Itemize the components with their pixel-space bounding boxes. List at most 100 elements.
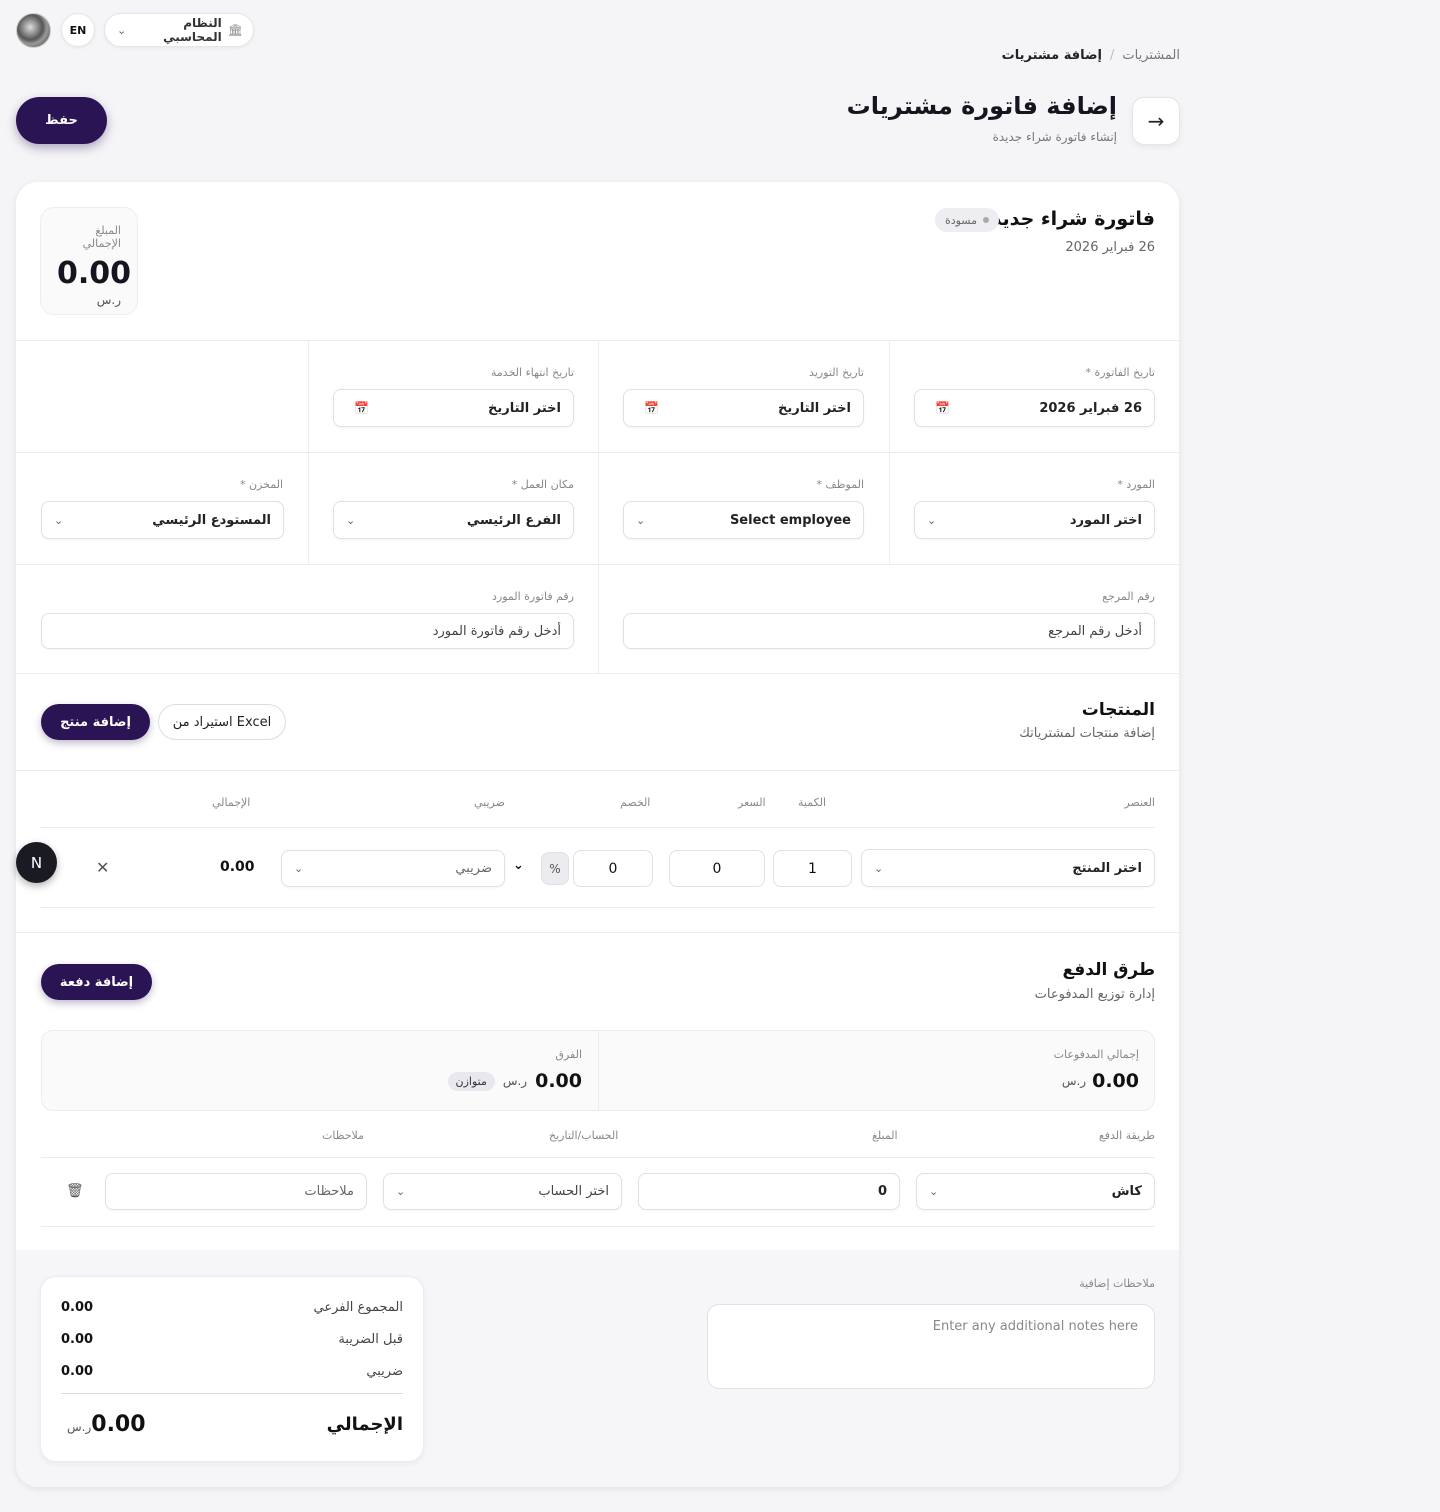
invoice-title: فاتورة شراء جديدة: [980, 208, 1155, 230]
payment-account-select[interactable]: اختر الحساب ⌄: [383, 1173, 622, 1210]
grand-total-row: الإجمالي ر.س 0.00: [61, 1412, 403, 1437]
product-value: اختر المنتج: [1072, 860, 1142, 876]
discount-input[interactable]: 0: [573, 850, 653, 887]
diff-value: 0.00: [535, 1070, 582, 1092]
tax-label: ضريبي: [366, 1363, 403, 1379]
additional-notes-textarea[interactable]: Enter any additional notes here: [707, 1304, 1155, 1389]
divider: [41, 827, 1155, 828]
totals-summary: المجموع الفرعي 0.00 قبل الضريبة 0.00 ضري…: [40, 1276, 424, 1462]
payment-method-select[interactable]: كاش ⌄: [916, 1173, 1155, 1210]
payment-method-value: كاش: [1111, 1184, 1142, 1199]
product-select[interactable]: اختر المنتج ⌄: [861, 849, 1155, 887]
calendar-icon: 📅: [644, 401, 659, 415]
diff: 0.00 ر.س متوازن: [447, 1070, 582, 1092]
col-payment-method: طريقة الدفع: [1098, 1129, 1155, 1142]
reference-input[interactable]: أدخل رقم المرجع: [623, 613, 1155, 649]
service-end-date-value: اختر التاريخ: [487, 400, 561, 416]
col-payment-notes: ملاحظات: [322, 1129, 364, 1142]
grand-total-label: الإجمالي: [326, 1414, 403, 1435]
warehouse-label: المخزن *: [239, 478, 283, 491]
divider: [61, 1393, 403, 1394]
tax-value: 0.00: [61, 1363, 94, 1379]
arrow-right-icon: →: [1147, 109, 1165, 133]
employee-select[interactable]: Select employee ⌄: [623, 501, 864, 539]
supplier-invoice-input[interactable]: أدخل رقم فاتورة المورد: [41, 613, 574, 649]
payment-account-value: اختر الحساب: [538, 1184, 609, 1199]
workplace-select[interactable]: الفرع الرئيسي ⌄: [333, 501, 574, 539]
diff-label: الفرق: [555, 1048, 582, 1061]
supplier-value: اختر المورد: [1069, 512, 1142, 528]
reference-placeholder: أدخل رقم المرجع: [1048, 623, 1142, 639]
status-dot-icon: [983, 217, 989, 223]
supply-date-picker[interactable]: اختر التاريخ 📅: [623, 389, 864, 427]
trash-icon[interactable]: 🗑: [66, 1183, 84, 1199]
supplier-invoice-label: رقم فاتورة المورد: [492, 590, 574, 603]
floating-assistant-button[interactable]: N: [16, 842, 57, 883]
quantity-input[interactable]: 1: [773, 850, 852, 887]
chevron-down-icon: ⌄: [346, 513, 356, 527]
subtotal-value: 0.00: [61, 1299, 94, 1315]
payment-amount-input[interactable]: 0: [638, 1173, 900, 1210]
col-discount: الخصم: [620, 796, 651, 809]
chevron-down-icon[interactable]: ⌄: [513, 858, 524, 873]
breadcrumb-separator: /: [1110, 48, 1115, 63]
language-toggle-button[interactable]: EN: [61, 13, 95, 47]
supplier-select[interactable]: اختر المورد ⌄: [914, 501, 1155, 539]
divider: [308, 340, 309, 564]
col-total: الإجمالي: [212, 796, 251, 809]
payment-notes-input[interactable]: ملاحظات: [105, 1173, 367, 1210]
chevron-down-icon: ⌄: [54, 513, 64, 527]
payments-title: طرق الدفع: [1062, 960, 1155, 980]
invoice-date-picker[interactable]: 26 فبراير 2026 📅: [914, 389, 1155, 427]
total-paid-currency: ر.س: [1061, 1074, 1087, 1088]
supplier-label: المورد *: [1117, 478, 1155, 491]
total-paid-value: 0.00: [1092, 1070, 1139, 1092]
notes-label: ملاحظات إضافية: [1079, 1277, 1155, 1290]
payments-subtitle: إدارة توزيع المدفوعات: [1034, 987, 1155, 1002]
col-payment-amount: المبلغ: [872, 1129, 898, 1142]
pretax-value: 0.00: [61, 1331, 94, 1347]
page-subtitle: إنشاء فاتورة شراء جديدة: [992, 130, 1117, 144]
add-payment-button[interactable]: إضافة دفعة: [41, 964, 152, 1000]
tax-value: ضريبي: [455, 861, 492, 876]
import-excel-button[interactable]: استيراد من Excel: [158, 704, 286, 740]
service-end-date-picker[interactable]: اختر التاريخ 📅: [333, 389, 574, 427]
back-button[interactable]: →: [1132, 97, 1180, 145]
price-input[interactable]: 0: [669, 850, 765, 887]
calendar-icon: 📅: [354, 401, 369, 415]
chevron-down-icon: ⌄: [294, 862, 304, 875]
payment-notes-placeholder: ملاحظات: [304, 1184, 354, 1199]
breadcrumb-parent[interactable]: المشتريات: [1122, 48, 1180, 63]
col-tax: ضريبي: [474, 796, 505, 809]
divider: [16, 932, 1179, 933]
chevron-down-icon: ⌄: [929, 1185, 939, 1198]
divider: [16, 673, 1179, 674]
system-selector[interactable]: 🏛 النظام المحاسبي ⌄: [104, 13, 254, 47]
total-amount-currency: ر.س: [96, 293, 121, 307]
total-amount-label: المبلغ الإجمالي: [82, 224, 121, 250]
status-text: مسودة: [944, 213, 977, 227]
supply-date-value: اختر التاريخ: [777, 400, 851, 416]
avatar[interactable]: [16, 13, 51, 48]
calendar-icon: 📅: [935, 401, 950, 415]
chevron-down-icon: ⌄: [396, 1185, 406, 1198]
employee-label: الموظف *: [816, 478, 864, 491]
grand-total-value: 0.00: [91, 1412, 146, 1437]
subtotal-label: المجموع الفرعي: [313, 1299, 403, 1315]
page-title: إضافة فاتورة مشتريات: [846, 92, 1117, 120]
chevron-down-icon: ⌄: [117, 23, 127, 37]
divider: [16, 770, 1179, 771]
tax-select[interactable]: ضريبي ⌄: [281, 850, 505, 887]
warehouse-select[interactable]: المستودع الرئيسي ⌄: [41, 501, 284, 539]
warehouse-value: المستودع الرئيسي: [152, 512, 271, 528]
add-product-button[interactable]: إضافة منتج: [41, 704, 150, 740]
col-price: السعر: [738, 796, 766, 809]
pretax-label: قبل الضريبة: [338, 1331, 403, 1347]
workplace-label: مكان العمل *: [511, 478, 574, 491]
col-payment-account: الحساب/التاريخ: [549, 1129, 619, 1142]
discount-unit-toggle[interactable]: %: [541, 852, 569, 885]
divider: [598, 340, 599, 673]
remove-row-icon[interactable]: ✕: [96, 858, 109, 877]
save-button[interactable]: حفظ: [16, 97, 107, 144]
divider: [598, 1030, 599, 1111]
